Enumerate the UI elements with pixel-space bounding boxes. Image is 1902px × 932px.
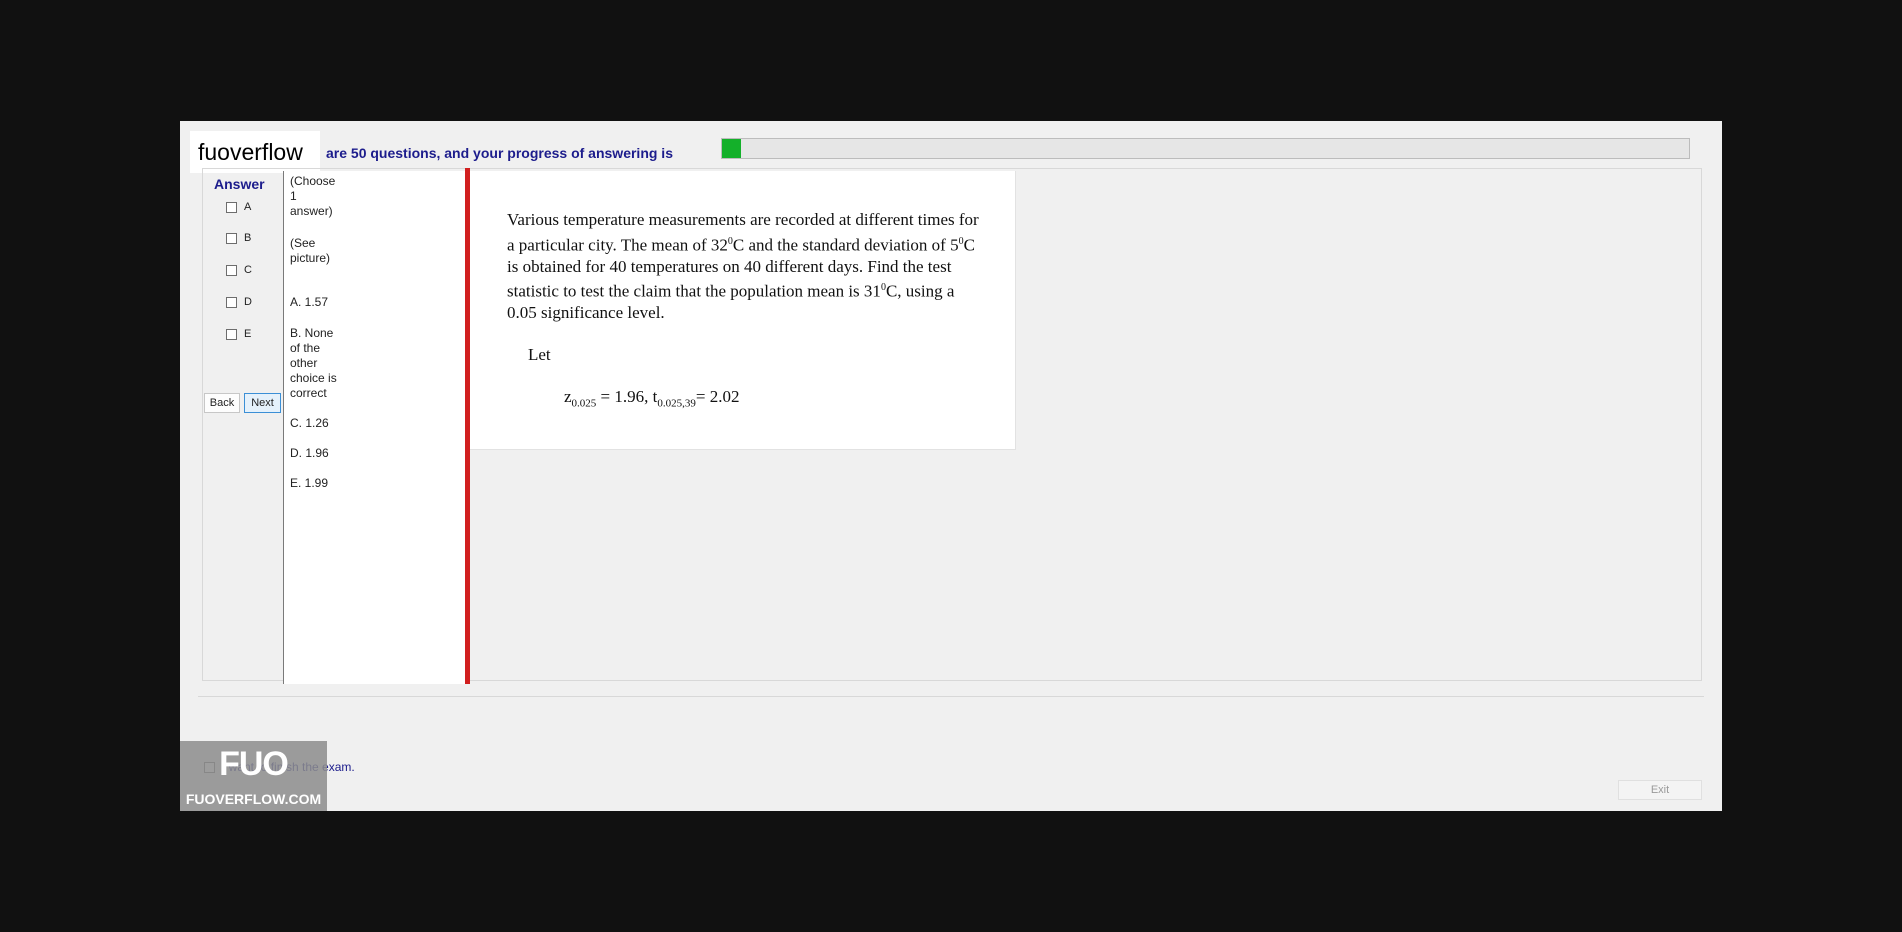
answer-option-b[interactable]: B <box>226 232 251 244</box>
fuoverflow-logo: fuoverflow <box>190 131 320 173</box>
choice-e: E. 1.99 <box>290 476 329 490</box>
next-button[interactable]: Next <box>244 393 281 413</box>
choice-a: A. 1.57 <box>290 295 329 309</box>
answer-option-d[interactable]: D <box>226 296 252 308</box>
watermark-logo: FUO <box>219 745 289 783</box>
choice-panel: (Choose 1 answer) (See picture) A. 1.57 … <box>283 171 465 684</box>
question-picture: Various temperature measurements are rec… <box>470 171 1016 450</box>
watermark-site: FUOVERFLOW.COM <box>185 791 322 807</box>
choice-c: C. 1.26 <box>290 416 329 430</box>
answer-option-e[interactable]: E <box>226 328 251 340</box>
checkbox-c[interactable] <box>226 264 237 276</box>
answer-option-a[interactable]: A <box>226 201 251 213</box>
question-let: Let <box>528 345 551 364</box>
back-button[interactable]: Back <box>204 393 240 413</box>
choice-instruction: (Choose 1 answer) <box>290 174 336 218</box>
progress-bar <box>721 138 1690 159</box>
question-text: Various temperature measurements are rec… <box>507 210 979 323</box>
checkbox-a[interactable] <box>226 201 237 213</box>
question-formula: z0.025 = 1.96, t0.025,39= 2.02 <box>564 387 740 410</box>
checkbox-d[interactable] <box>226 296 237 308</box>
answer-option-c[interactable]: C <box>226 264 252 276</box>
footer-divider <box>198 696 1704 697</box>
progress-caption: are 50 questions, and your progress of a… <box>326 145 673 161</box>
exam-window: fuoverflow are 50 questions, and your pr… <box>180 121 1722 811</box>
exit-button[interactable]: Exit <box>1618 780 1702 800</box>
checkbox-b[interactable] <box>226 232 237 244</box>
checkbox-e[interactable] <box>226 328 237 340</box>
choice-d: D. 1.96 <box>290 446 329 460</box>
progress-bar-fill <box>722 139 742 158</box>
choice-b: B. None of the other choice is correct <box>290 326 337 400</box>
choice-see-picture: (See picture) <box>290 236 331 265</box>
answer-title: Answer <box>214 176 265 192</box>
watermark-badge: FUO FUOVERFLOW.COM <box>180 741 327 811</box>
